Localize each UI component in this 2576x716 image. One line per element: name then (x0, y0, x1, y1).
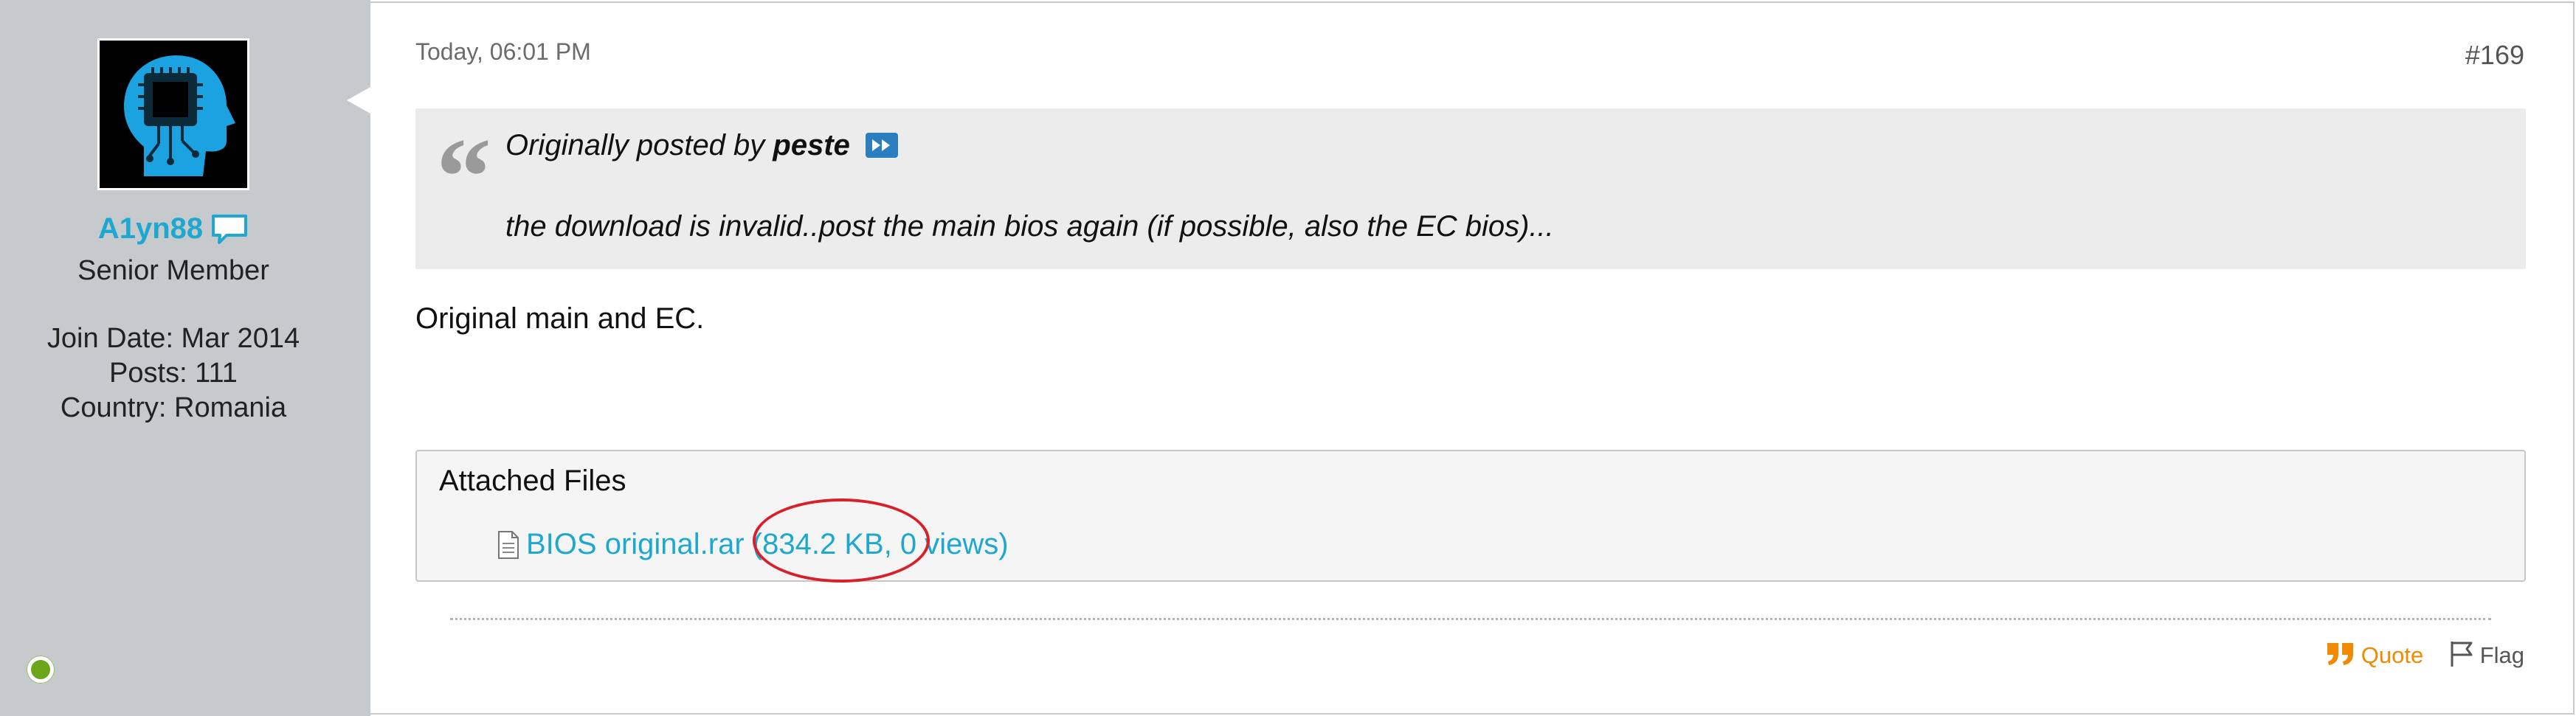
post-date: Today, 06:01 PM (415, 38, 591, 65)
quote-block: “ Originally posted by peste the downloa… (415, 108, 2526, 269)
dotted-divider (450, 618, 2491, 620)
username-row: A1yn88 (0, 212, 347, 246)
attachment-item: BIOS original.rar (834.2 KB, 0 views) (497, 528, 1009, 561)
user-sidebar: A1yn88 Senior Member Join Date: Mar 2014… (0, 0, 370, 716)
quote-mark-icon: “ (436, 116, 491, 238)
attachment-meta: (834.2 KB, 0 views) (752, 528, 1009, 560)
quote-icon (2326, 642, 2355, 672)
post-pointer-arrow (347, 87, 370, 114)
quote-label: Quote (2361, 642, 2424, 669)
post-number-link[interactable]: #169 (2465, 40, 2524, 71)
user-info: Join Date: Mar 2014 Posts: 111 Country: … (0, 321, 347, 425)
private-message-icon[interactable] (210, 213, 249, 246)
join-date: Join Date: Mar 2014 (46, 323, 300, 354)
quote-button[interactable]: Quote (2326, 642, 2423, 672)
quote-author: peste (773, 129, 850, 161)
flag-button[interactable]: Flag (2449, 640, 2524, 674)
quote-text: the download is invalid..post the main b… (505, 210, 1554, 243)
flag-icon (2449, 640, 2474, 674)
quote-header: Originally posted by peste (505, 129, 899, 162)
attachment-link[interactable]: BIOS original.rar (834.2 KB, 0 views) (526, 528, 1009, 560)
quote-prefix: Originally posted by (505, 129, 765, 161)
flag-label: Flag (2479, 642, 2524, 669)
online-status-icon (27, 656, 54, 683)
file-icon (497, 530, 520, 560)
post-body: Original main and EC. (415, 302, 705, 335)
attachment-name: BIOS original.rar (526, 528, 745, 560)
attachments-box: Attached Files BIOS original.rar (834.2 … (415, 450, 2526, 582)
head-with-chip-icon (100, 41, 247, 188)
username-link[interactable]: A1yn88 (98, 212, 203, 245)
post-actions: Quote Flag (2304, 640, 2524, 674)
view-post-icon[interactable] (866, 133, 899, 158)
post-count: Posts: 111 (109, 358, 238, 389)
user-title: Senior Member (77, 255, 269, 286)
attachments-title: Attached Files (439, 465, 626, 497)
avatar[interactable] (97, 38, 249, 190)
country: Country: Romania (60, 392, 287, 423)
